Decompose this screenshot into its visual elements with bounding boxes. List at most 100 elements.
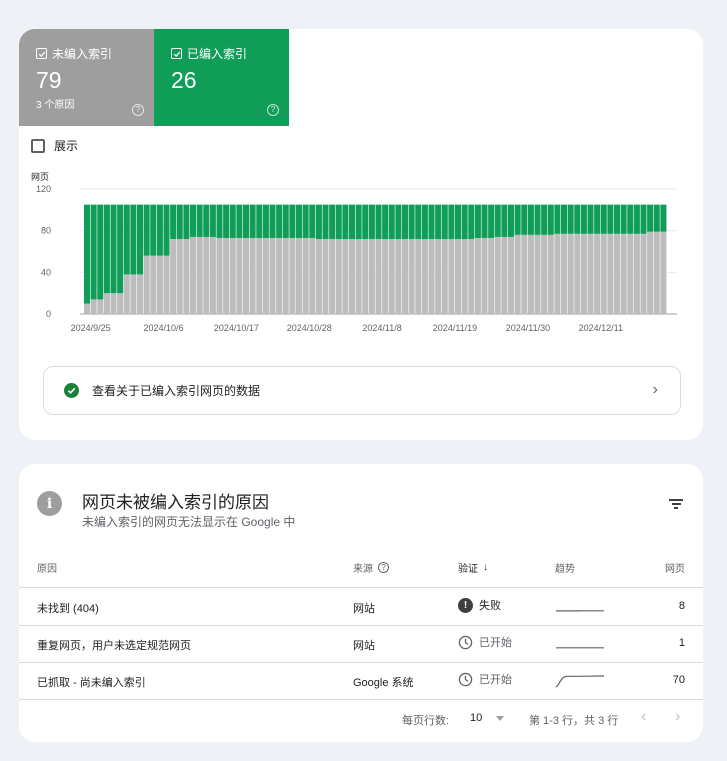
bar-segment <box>156 204 163 256</box>
validation-cell: 已开始 <box>458 634 512 650</box>
bar-segment <box>117 204 124 294</box>
pagination-range: 第 1-3 行，共 3 行 <box>529 715 619 727</box>
bar-segment <box>633 204 640 234</box>
bar-segment <box>282 237 289 314</box>
bar-segment <box>355 204 362 240</box>
bar-segment <box>269 237 276 314</box>
col-header-validation[interactable]: 验证 ↓ <box>458 560 488 575</box>
col-header-source[interactable]: 来源? <box>353 560 389 575</box>
bar-segment <box>627 233 634 314</box>
table-row[interactable]: 已抓取 - 尚未编入索引 Google 系统 已开始 70 <box>19 662 703 699</box>
bar-segment <box>541 204 548 235</box>
bar-segment <box>421 204 428 240</box>
bar-segment <box>587 204 594 234</box>
bar-segment <box>580 233 587 314</box>
prev-page-button[interactable]: ‹ <box>641 708 646 726</box>
bar-segment <box>90 299 97 314</box>
bar-segment <box>97 299 104 314</box>
check-circle-icon <box>64 383 79 398</box>
bar-segment <box>90 204 97 300</box>
bar-segment <box>647 231 654 314</box>
help-icon[interactable]: ? <box>378 562 389 573</box>
x-tick-label: 2024/11/30 <box>506 323 550 333</box>
bar-segment <box>514 204 521 235</box>
show-label: 展示 <box>54 139 79 153</box>
bar-segment <box>170 239 177 314</box>
show-checkbox[interactable] <box>31 138 45 153</box>
bar-segment <box>236 204 243 238</box>
bar-segment <box>262 204 269 238</box>
bar-segment <box>289 237 296 314</box>
bar-segment <box>580 204 587 234</box>
bar-segment <box>216 237 223 314</box>
bar-segment <box>435 204 442 240</box>
bar-segment <box>614 204 621 234</box>
bar-segment <box>488 237 495 314</box>
reason-cell: 已抓取 - 尚未编入索引 <box>37 677 146 689</box>
bar-segment <box>130 204 137 275</box>
bar-segment <box>256 204 263 238</box>
x-tick-label: 2024/12/11 <box>579 323 623 333</box>
bar-segment <box>176 204 183 240</box>
bar-segment <box>176 239 183 314</box>
bar-segment <box>620 204 627 234</box>
bar-segment <box>349 239 356 314</box>
pages-cell: 70 <box>672 674 685 686</box>
bar-segment <box>554 233 561 314</box>
indexed-tile[interactable]: 已编入索引 26 ? <box>154 29 289 126</box>
reasons-title: 网页未被编入索引的原因 <box>82 493 269 512</box>
bar-segment <box>660 231 667 314</box>
table-row[interactable]: 未找到 (404) 网站! 失败 8 <box>19 588 703 625</box>
bar-segment <box>461 239 468 314</box>
bar-segment <box>296 204 303 238</box>
checkbox-checked-icon[interactable] <box>171 48 182 59</box>
bar-segment <box>143 255 150 314</box>
indexed-count: 26 <box>171 67 197 93</box>
chevron-right-icon: › <box>652 381 658 398</box>
col-header-trend: 趋势 <box>555 564 575 575</box>
bar-segment <box>594 204 601 234</box>
help-icon[interactable]: ? <box>132 104 144 116</box>
bar-segment <box>302 237 309 314</box>
bar-segment <box>329 239 336 314</box>
table-row[interactable]: 重复网页，用户未选定规范网页 网站 已开始 1 <box>19 625 703 662</box>
validation-cell: 已开始 <box>458 671 512 687</box>
bar-segment <box>103 293 110 314</box>
x-tick-label: 2024/11/8 <box>362 323 401 333</box>
checkbox-checked-icon[interactable] <box>36 48 47 59</box>
col-header-reason[interactable]: 原因 <box>37 560 57 575</box>
y-tick-label: 40 <box>41 267 51 277</box>
bar-segment <box>402 239 409 314</box>
not-indexed-tile[interactable]: 未编入索引 79 3 个原因 ? <box>19 29 154 126</box>
bar-segment <box>574 204 581 234</box>
show-toggle[interactable]: 展示 <box>31 137 78 154</box>
bar-segment <box>508 236 515 314</box>
bar-segment <box>594 233 601 314</box>
help-icon[interactable]: ? <box>267 104 279 116</box>
clock-icon <box>458 635 473 649</box>
bar-segment <box>474 204 481 238</box>
bar-segment <box>203 204 210 237</box>
bar-segment <box>587 233 594 314</box>
y-axis-label: 网页 <box>31 172 49 182</box>
col-header-pages[interactable]: 网页 <box>665 560 685 575</box>
bar-segment <box>474 237 481 314</box>
bar-segment <box>375 204 382 240</box>
bar-segment <box>110 293 117 314</box>
bar-segment <box>468 239 475 314</box>
bar-segment <box>262 237 269 314</box>
bar-segment <box>362 239 369 314</box>
not-indexed-reasons: 3 个原因 <box>36 100 75 111</box>
bar-segment <box>647 204 654 232</box>
rows-per-page-select[interactable]: 10 <box>470 712 505 724</box>
view-indexed-data-link[interactable]: 查看关于已编入索引网页的数据 › <box>43 366 681 415</box>
bar-segment <box>534 204 541 235</box>
bar-segment <box>488 204 495 238</box>
bar-segment <box>653 204 660 232</box>
bar-segment <box>627 204 634 234</box>
bar-segment <box>362 204 369 240</box>
bar-segment <box>468 204 475 240</box>
filter-icon[interactable] <box>669 499 683 511</box>
bar-segment <box>428 204 435 240</box>
next-page-button[interactable]: › <box>675 708 680 726</box>
